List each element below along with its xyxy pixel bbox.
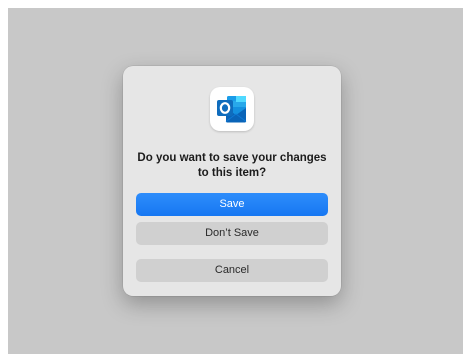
dialog-message: Do you want to save your changes to this… (137, 152, 327, 179)
dont-save-button[interactable]: Don’t Save (136, 222, 328, 245)
save-button[interactable]: Save (136, 193, 328, 216)
outlook-icon (210, 87, 254, 131)
cancel-button[interactable]: Cancel (136, 259, 328, 282)
save-changes-dialog: Do you want to save your changes to this… (123, 66, 341, 296)
